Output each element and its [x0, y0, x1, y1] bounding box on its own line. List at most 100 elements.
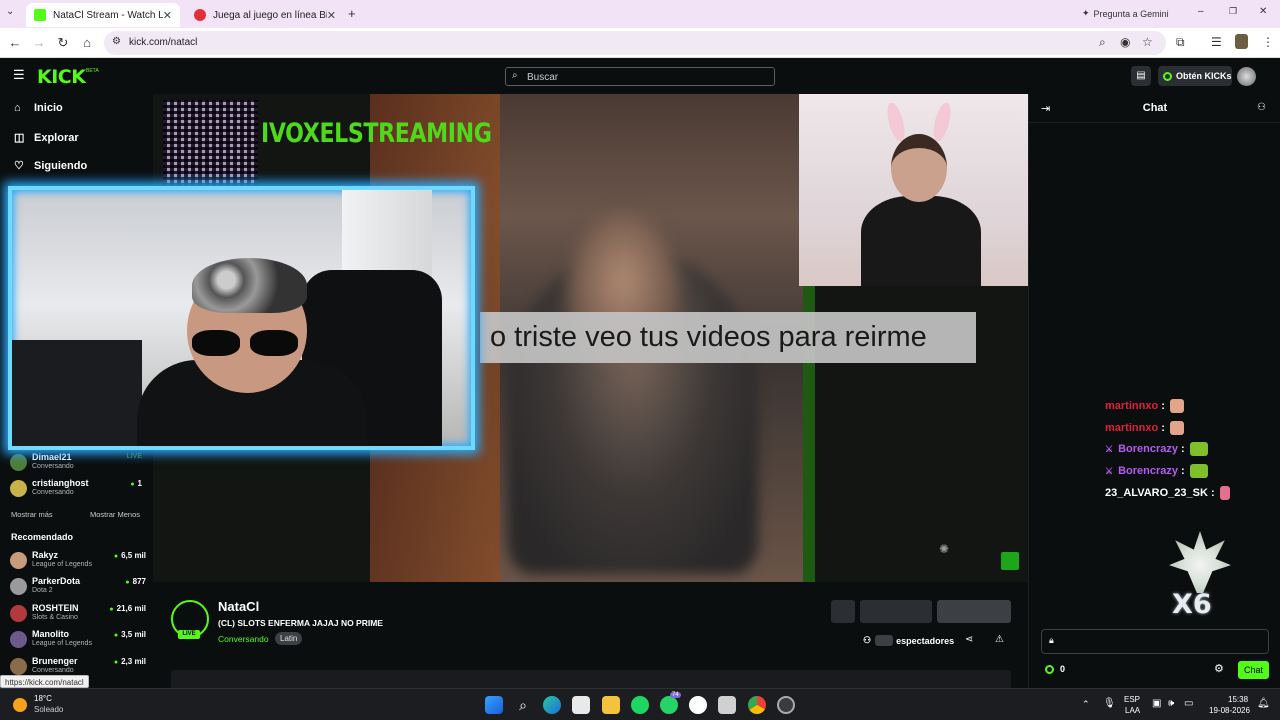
channel-name: Dimael21	[32, 452, 72, 462]
close-icon[interactable]: ✕	[327, 9, 336, 22]
clock-time[interactable]: 15:38	[1228, 695, 1248, 704]
search-input[interactable]	[527, 70, 767, 84]
streamer-name[interactable]: NataCl	[218, 599, 259, 614]
spotify-icon[interactable]	[631, 696, 649, 714]
hamburger-menu-icon[interactable]: ☰	[13, 67, 25, 83]
emote-icon	[1169, 421, 1184, 435]
restore-icon[interactable]: ❐	[1229, 6, 1237, 17]
whatsapp-icon[interactable]	[660, 696, 678, 714]
kicks-balance[interactable]: 0	[1045, 664, 1065, 674]
reading-list-icon[interactable]: ☰	[1211, 35, 1222, 49]
channel-category: Dota 2	[32, 587, 53, 594]
chat-username[interactable]: 23_ALVARO_23_SK	[1105, 487, 1208, 499]
user-avatar[interactable]	[1237, 67, 1256, 86]
snipping-tool-icon[interactable]	[718, 696, 736, 714]
site-info-icon[interactable]: ⚙	[112, 36, 121, 47]
minimize-icon[interactable]: –	[1198, 6, 1204, 17]
star-icon[interactable]: ☆	[1142, 35, 1153, 49]
report-icon[interactable]: ⚠	[995, 634, 1004, 645]
leaf-icon	[1169, 531, 1231, 593]
zoom-icon[interactable]: ⌕	[1099, 35, 1106, 50]
search-bar[interactable]: ⌕	[505, 67, 775, 86]
menu-dots-icon[interactable]: ⋮	[1262, 35, 1274, 49]
windows-start-icon[interactable]	[485, 696, 503, 714]
file-explorer-icon[interactable]	[602, 696, 620, 714]
chat-users-icon[interactable]: ⚇	[1257, 102, 1266, 113]
store-icon[interactable]	[572, 696, 590, 714]
action-button-placeholder[interactable]	[831, 600, 855, 623]
chat-input-box[interactable]: 🔒︎	[1041, 629, 1269, 654]
close-window-icon[interactable]: ✕	[1259, 6, 1267, 17]
tab-list-chevron-icon[interactable]: ⌄	[6, 6, 14, 17]
weather-sun-icon[interactable]	[13, 698, 27, 712]
clock-date[interactable]: 19-08-2026	[1209, 706, 1250, 715]
chat-message: ⚔ Borencrazy :	[1105, 442, 1208, 456]
show-more-link[interactable]: Mostrar más	[11, 510, 53, 519]
notifications-icon[interactable]: 🔔︎	[1257, 698, 1270, 709]
webcam-jacket	[12, 340, 142, 446]
chat-username[interactable]: martinnxo	[1105, 400, 1158, 412]
webcam-streamer-hair	[192, 258, 307, 313]
gemini-label: Pregunta a Gemini	[1093, 8, 1169, 19]
recommended-channel-parkerdota[interactable]: ParkerDota Dota 2 877	[10, 575, 146, 599]
microphone-icon[interactable]: 🎙︎	[1103, 698, 1116, 709]
xbox-icon[interactable]	[689, 696, 707, 714]
close-icon[interactable]: ✕	[163, 9, 172, 22]
tab-natacl-stream[interactable]: NataCl Stream - Watch Live on ✕	[26, 3, 180, 27]
avatar	[10, 605, 27, 622]
reload-icon[interactable]: ↻	[55, 35, 71, 51]
sidebar-item-inicio[interactable]: ⌂ Inicio	[14, 102, 63, 114]
show-less-link[interactable]: Mostrar Menos	[90, 510, 140, 519]
chat-username[interactable]: Borencrazy	[1118, 443, 1178, 455]
volume-icon[interactable]: 🕪︎	[1168, 698, 1174, 709]
weather-description[interactable]: Soleado	[34, 705, 63, 714]
tab-big-bass[interactable]: Juega al juego en línea Big Bas ✕	[186, 3, 344, 27]
chat-send-button[interactable]: Chat	[1238, 661, 1269, 679]
chat-username[interactable]: Borencrazy	[1118, 465, 1178, 477]
followed-channel-cristianghost[interactable]: cristianghost Conversando 1	[10, 477, 146, 501]
action-button-placeholder[interactable]	[860, 600, 932, 623]
forward-arrow-icon[interactable]: →	[31, 35, 47, 50]
layout-toggle-button[interactable]: ▤	[1131, 66, 1151, 86]
stream-category[interactable]: Conversando	[218, 634, 269, 644]
kick-logo[interactable]: KICK	[37, 66, 86, 88]
kick-favicon-icon	[34, 9, 46, 21]
new-tab-button[interactable]: +	[348, 6, 356, 21]
eye-off-icon[interactable]: ◉	[1120, 35, 1130, 49]
settings-taskbar-icon[interactable]	[777, 696, 795, 714]
stream-info: LIVE NataCl (CL) SLOTS ENFERMA JAJAJ NO …	[153, 582, 1028, 688]
sidebar-item-explorar[interactable]: ◫ Explorar	[14, 131, 79, 145]
weather-temperature[interactable]: 18°C	[34, 694, 52, 703]
followed-channel-dimael21[interactable]: Dimael21 Conversando LIVE	[10, 451, 146, 475]
search-taskbar-icon[interactable]: ⌕	[514, 696, 532, 714]
chat-username[interactable]: martinnxo	[1105, 422, 1158, 434]
profile-icon[interactable]	[1235, 34, 1248, 49]
stream-tag[interactable]: Latin	[275, 632, 303, 645]
language-code[interactable]: ESP	[1124, 695, 1140, 704]
channel-name: cristianghost	[32, 478, 89, 488]
edge-icon[interactable]	[543, 696, 561, 714]
home-browser-icon[interactable]: ⌂	[79, 35, 95, 50]
avatar	[10, 480, 27, 497]
back-arrow-icon[interactable]: ←	[7, 35, 23, 50]
recommended-channel-rakyz[interactable]: Rakyz League of Legends 6,5 mil	[10, 549, 146, 573]
streamer-webcam	[8, 186, 475, 450]
sidebar-item-siguiendo[interactable]: ♡ Siguiendo	[14, 159, 88, 173]
chrome-icon[interactable]	[748, 696, 766, 714]
chat-title: Chat	[1142, 102, 1168, 114]
keyboard-layout[interactable]: LAA	[1125, 706, 1140, 715]
url-field[interactable]: ⚙ kick.com/natacl	[104, 31, 1166, 55]
recommended-channel-manolito[interactable]: Manolito League of Legends 3,5 mil	[10, 628, 146, 652]
recommended-channel-roshtein[interactable]: ROSHTEIN Slots & Casino 21,6 mil	[10, 602, 146, 626]
action-button-placeholder[interactable]	[937, 600, 1011, 623]
chat-settings-gear-icon[interactable]: ⚙	[1214, 662, 1224, 675]
network-icon[interactable]: ▣	[1152, 698, 1161, 709]
extensions-icon[interactable]: ⧉	[1176, 35, 1185, 50]
gemini-button[interactable]: ✦ Pregunta a Gemini	[1082, 8, 1169, 19]
share-icon[interactable]: ⋖	[965, 634, 973, 645]
battery-icon[interactable]: ▭	[1184, 698, 1193, 709]
sidebar-item-label: Siguiendo	[34, 159, 88, 172]
chat-input[interactable]	[1062, 635, 1262, 649]
tray-chevron-icon[interactable]: ⌃	[1082, 699, 1090, 710]
get-kicks-button[interactable]: Obtén KICKs	[1158, 66, 1232, 86]
